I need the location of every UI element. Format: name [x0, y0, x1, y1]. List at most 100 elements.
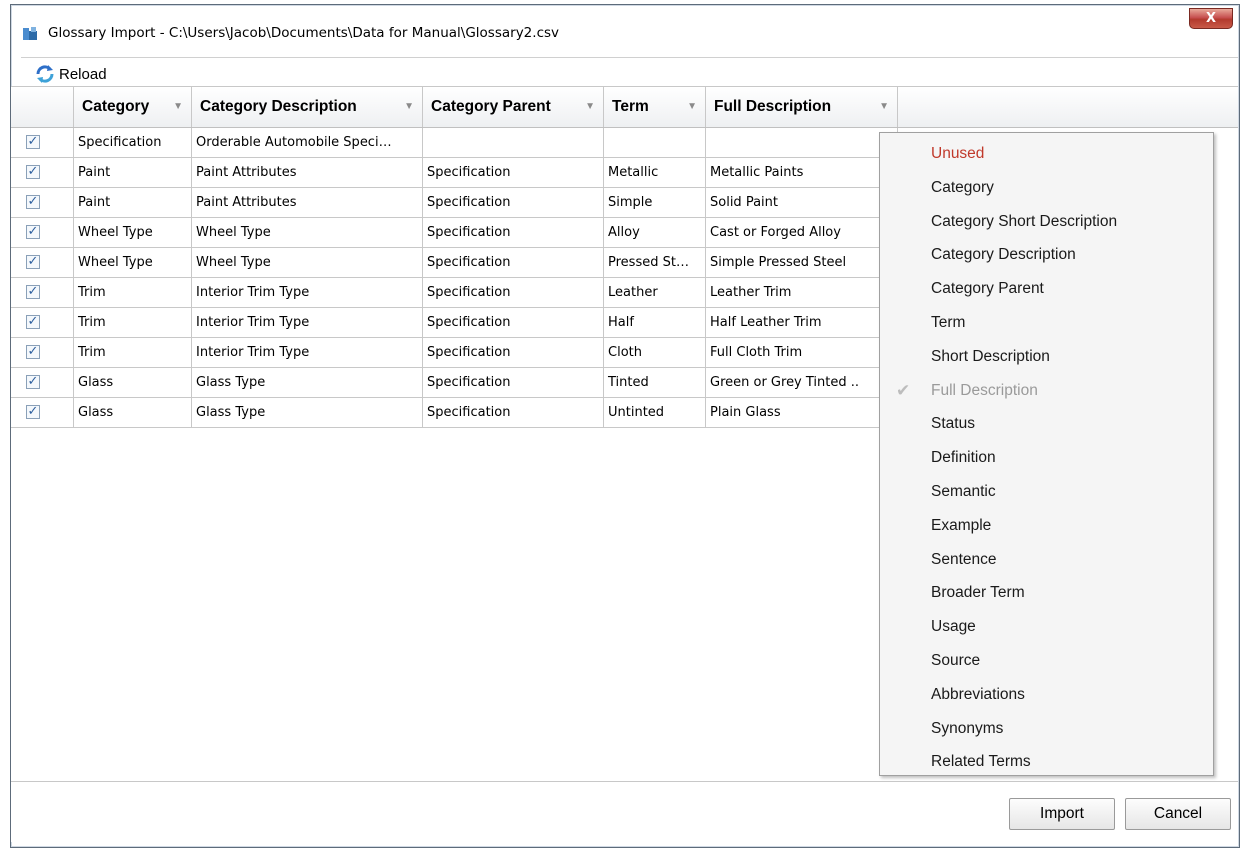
table-cell[interactable]: Glass — [74, 368, 192, 398]
table-cell[interactable]: Specification — [423, 188, 604, 218]
table-cell[interactable]: Specification — [423, 338, 604, 368]
menu-item-label: Usage — [931, 618, 976, 636]
menu-item-short-description[interactable]: Short Description — [880, 340, 1213, 374]
menu-item-related-terms[interactable]: Related Terms — [880, 745, 1213, 779]
menu-item-term[interactable]: Term — [880, 306, 1213, 340]
sort-arrow-icon[interactable]: ▼ — [585, 87, 595, 127]
sort-arrow-icon[interactable]: ▼ — [173, 87, 183, 127]
cancel-button[interactable]: Cancel — [1125, 798, 1231, 830]
sort-arrow-icon[interactable]: ▼ — [879, 87, 889, 127]
table-cell[interactable]: Wheel Type — [192, 218, 423, 248]
column-header-category-parent[interactable]: Category Parent ▼ — [423, 87, 604, 127]
table-cell[interactable]: Interior Trim Type — [192, 338, 423, 368]
menu-item-status[interactable]: Status — [880, 407, 1213, 441]
dialog-footer: Import Cancel — [11, 781, 1238, 842]
table-cell[interactable]: Glass Type — [192, 398, 423, 428]
menu-item-synonyms[interactable]: Synonyms — [880, 712, 1213, 746]
table-cell[interactable]: Tinted — [604, 368, 706, 398]
menu-item-unused[interactable]: Unused — [880, 137, 1213, 171]
table-cell[interactable]: Half — [604, 308, 706, 338]
table-cell[interactable]: Solid Paint — [706, 188, 898, 218]
table-cell[interactable] — [604, 128, 706, 158]
menu-item-category-parent[interactable]: Category Parent — [880, 272, 1213, 306]
column-header-category[interactable]: Category ▼ — [74, 87, 192, 127]
table-cell[interactable]: Paint — [74, 188, 192, 218]
menu-item-category[interactable]: Category — [880, 171, 1213, 205]
table-cell[interactable]: Simple — [604, 188, 706, 218]
table-cell[interactable]: Wheel Type — [74, 218, 192, 248]
table-cell[interactable]: Paint — [74, 158, 192, 188]
table-cell[interactable]: Specification — [423, 308, 604, 338]
sort-arrow-icon[interactable]: ▼ — [404, 87, 414, 127]
table-cell[interactable] — [706, 128, 898, 158]
row-checkbox[interactable]: ✓ — [26, 165, 40, 179]
table-cell[interactable]: Pressed St… — [604, 248, 706, 278]
table-cell[interactable]: Specification — [423, 218, 604, 248]
table-cell[interactable]: Leather — [604, 278, 706, 308]
column-header-term[interactable]: Term ▼ — [604, 87, 706, 127]
table-cell[interactable]: Full Cloth Trim — [706, 338, 898, 368]
table-cell[interactable]: Trim — [74, 338, 192, 368]
table-cell[interactable]: Specification — [423, 398, 604, 428]
menu-item-usage[interactable]: Usage — [880, 610, 1213, 644]
menu-item-example[interactable]: Example — [880, 509, 1213, 543]
table-cell[interactable]: Glass Type — [192, 368, 423, 398]
table-cell[interactable]: Green or Grey Tinted .. — [706, 368, 898, 398]
reload-button[interactable]: Reload — [35, 64, 107, 84]
table-cell[interactable] — [423, 128, 604, 158]
table-cell[interactable]: Alloy — [604, 218, 706, 248]
menu-item-category-description[interactable]: Category Description — [880, 238, 1213, 272]
table-cell[interactable]: Specification — [423, 368, 604, 398]
row-checkbox[interactable]: ✓ — [26, 225, 40, 239]
table-cell[interactable]: Paint Attributes — [192, 158, 423, 188]
table-cell[interactable]: Paint Attributes — [192, 188, 423, 218]
table-cell[interactable]: Metallic Paints — [706, 158, 898, 188]
table-cell[interactable]: Cast or Forged Alloy — [706, 218, 898, 248]
table-cell[interactable]: Specification — [423, 248, 604, 278]
row-checkbox[interactable]: ✓ — [26, 375, 40, 389]
menu-item-category-short-description[interactable]: Category Short Description — [880, 205, 1213, 239]
menu-item-label: Category Short Description — [931, 212, 1118, 230]
table-cell[interactable]: Glass — [74, 398, 192, 428]
menu-item-source[interactable]: Source — [880, 644, 1213, 678]
table-cell[interactable]: Specification — [423, 278, 604, 308]
menu-item-definition[interactable]: Definition — [880, 441, 1213, 475]
table-cell[interactable]: Interior Trim Type — [192, 308, 423, 338]
table-cell[interactable]: Leather Trim — [706, 278, 898, 308]
table-cell[interactable]: Untinted — [604, 398, 706, 428]
table-cell[interactable]: Wheel Type — [192, 248, 423, 278]
menu-item-sentence[interactable]: Sentence — [880, 543, 1213, 577]
row-checkbox[interactable]: ✓ — [26, 195, 40, 209]
table-cell[interactable]: Specification — [74, 128, 192, 158]
table-cell[interactable]: Plain Glass — [706, 398, 898, 428]
menu-item-label: Full Description — [931, 381, 1038, 399]
table-cell[interactable]: Interior Trim Type — [192, 278, 423, 308]
column-header-full-description[interactable]: Full Description ▼ — [706, 87, 898, 127]
menu-item-label: Source — [931, 652, 981, 669]
menu-item-abbreviations[interactable]: Abbreviations — [880, 678, 1213, 712]
row-checkbox[interactable]: ✓ — [26, 135, 40, 149]
sort-arrow-icon[interactable]: ▼ — [687, 87, 697, 127]
table-cell[interactable]: Trim — [74, 308, 192, 338]
row-checkbox[interactable]: ✓ — [26, 285, 40, 299]
table-cell[interactable]: Cloth — [604, 338, 706, 368]
row-checkbox[interactable]: ✓ — [26, 405, 40, 419]
close-button[interactable]: X — [1189, 8, 1233, 29]
column-header-category-description[interactable]: Category Description ▼ — [192, 87, 423, 127]
table-cell[interactable]: Orderable Automobile Speci… — [192, 128, 423, 158]
menu-item-full-description[interactable]: ✔ Full Description — [880, 374, 1213, 408]
column-header-label: Term — [612, 98, 649, 115]
row-checkbox[interactable]: ✓ — [26, 345, 40, 359]
table-cell[interactable]: Trim — [74, 278, 192, 308]
import-button[interactable]: Import — [1009, 798, 1115, 830]
table-cell[interactable]: Specification — [423, 158, 604, 188]
row-checkbox[interactable]: ✓ — [26, 255, 40, 269]
table-cell[interactable]: Wheel Type — [74, 248, 192, 278]
row-checkbox[interactable]: ✓ — [26, 315, 40, 329]
menu-item-broader-term[interactable]: Broader Term — [880, 576, 1213, 610]
menu-item-semantic[interactable]: Semantic — [880, 475, 1213, 509]
table-cell[interactable]: Metallic — [604, 158, 706, 188]
table-cell[interactable]: Simple Pressed Steel — [706, 248, 898, 278]
row-select-cell: ✓ — [11, 338, 74, 368]
table-cell[interactable]: Half Leather Trim — [706, 308, 898, 338]
